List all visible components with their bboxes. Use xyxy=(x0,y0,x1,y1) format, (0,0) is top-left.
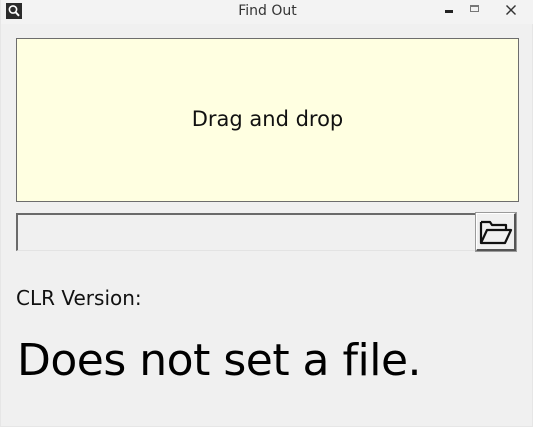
file-path-input[interactable] xyxy=(16,213,476,251)
close-icon xyxy=(505,4,517,16)
main-window: Find Out Drag and drop CLR Version: Does… xyxy=(0,0,533,427)
open-folder-icon xyxy=(479,218,513,246)
drop-zone[interactable]: Drag and drop xyxy=(16,38,519,202)
title-bar[interactable]: Find Out xyxy=(1,0,533,24)
minimize-button[interactable] xyxy=(438,0,460,20)
maximize-button[interactable] xyxy=(463,0,485,20)
maximize-icon xyxy=(469,5,479,12)
clr-version-label: CLR Version: xyxy=(16,286,142,310)
drop-zone-label: Drag and drop xyxy=(191,107,344,131)
close-button[interactable] xyxy=(491,0,531,20)
minimize-icon xyxy=(445,9,453,13)
clr-status-text: Does not set a file. xyxy=(17,335,422,386)
browse-button[interactable] xyxy=(475,212,517,252)
